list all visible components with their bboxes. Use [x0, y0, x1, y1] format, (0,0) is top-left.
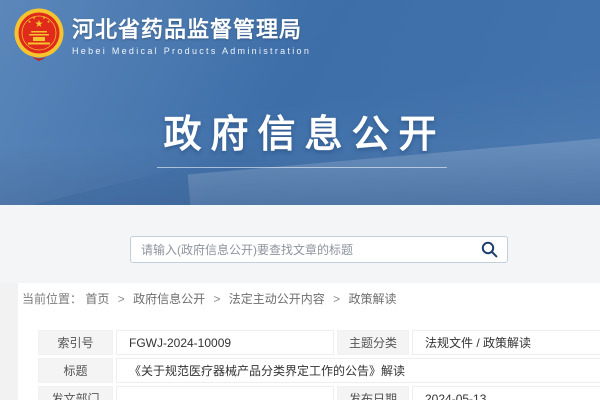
- index-number-value: FGWJ-2024-10009: [116, 330, 334, 355]
- svg-text:★: ★: [32, 15, 36, 20]
- svg-text:★: ★: [42, 15, 46, 20]
- banner-underline: [157, 167, 447, 168]
- breadcrumb-separator: >: [213, 292, 220, 306]
- document-info-table: 索引号 FGWJ-2024-10009 主题分类 法规文件 / 政策解读 标题 …: [35, 327, 600, 400]
- banner-title: 政府信息公开: [0, 103, 600, 158]
- svg-text:★: ★: [28, 19, 32, 24]
- site-logo[interactable]: ★ ★ ★ ★ ★ 河北省药品监督管理局 Hebei Medical Produ…: [14, 8, 311, 64]
- org-name-cn: 河北省药品监督管理局: [72, 17, 311, 43]
- search-icon: [481, 241, 498, 258]
- issuing-department-label: 发文部门: [38, 386, 113, 400]
- svg-text:★: ★: [47, 19, 51, 24]
- content-card: 当前位置： 首页 > 政府信息公开 > 法定主动公开内容 > 政策解读 索引号 …: [18, 283, 600, 400]
- topic-category-label: 主题分类: [337, 330, 409, 355]
- breadcrumb-statutory-disclosure[interactable]: 法定主动公开内容: [229, 292, 325, 306]
- table-row: 索引号 FGWJ-2024-10009 主题分类 法规文件 / 政策解读: [38, 330, 600, 355]
- page: ★ ★ ★ ★ ★ 河北省药品监督管理局 Hebei Medical Produ…: [0, 0, 600, 400]
- search-box: [130, 236, 508, 263]
- breadcrumb-prefix: 当前位置：: [22, 292, 82, 306]
- search-section: [0, 205, 600, 283]
- topic-category-value: 法规文件 / 政策解读: [412, 330, 600, 355]
- breadcrumb-gov-info[interactable]: 政府信息公开: [133, 292, 205, 306]
- breadcrumb-separator: >: [118, 292, 125, 306]
- search-input[interactable]: [131, 237, 471, 262]
- site-header: ★ ★ ★ ★ ★ 河北省药品监督管理局 Hebei Medical Produ…: [0, 0, 600, 205]
- breadcrumb-policy-interpretation[interactable]: 政策解读: [349, 292, 397, 306]
- breadcrumb-separator: >: [333, 292, 340, 306]
- breadcrumb: 当前位置： 首页 > 政府信息公开 > 法定主动公开内容 > 政策解读: [22, 292, 600, 306]
- index-number-label: 索引号: [38, 330, 113, 355]
- breadcrumb-home[interactable]: 首页: [85, 292, 109, 306]
- org-name-en: Hebei Medical Products Administration: [72, 46, 311, 56]
- table-row: 发文部门 发布日期 2024-05-13: [38, 386, 600, 400]
- search-button[interactable]: [471, 237, 507, 262]
- national-emblem-icon: ★ ★ ★ ★ ★: [14, 8, 64, 64]
- table-row: 标题 《关于规范医疗器械产品分类界定工作的公告》解读: [38, 358, 600, 383]
- content-area: 当前位置： 首页 > 政府信息公开 > 法定主动公开内容 > 政策解读 索引号 …: [0, 283, 600, 400]
- org-names: 河北省药品监督管理局 Hebei Medical Products Admini…: [72, 17, 311, 56]
- publish-date-value: 2024-05-13: [412, 386, 600, 400]
- publish-date-label: 发布日期: [337, 386, 409, 400]
- issuing-department-value: [116, 386, 334, 400]
- title-value: 《关于规范医疗器械产品分类界定工作的公告》解读: [116, 358, 600, 383]
- title-label: 标题: [38, 358, 113, 383]
- svg-text:★: ★: [35, 19, 44, 30]
